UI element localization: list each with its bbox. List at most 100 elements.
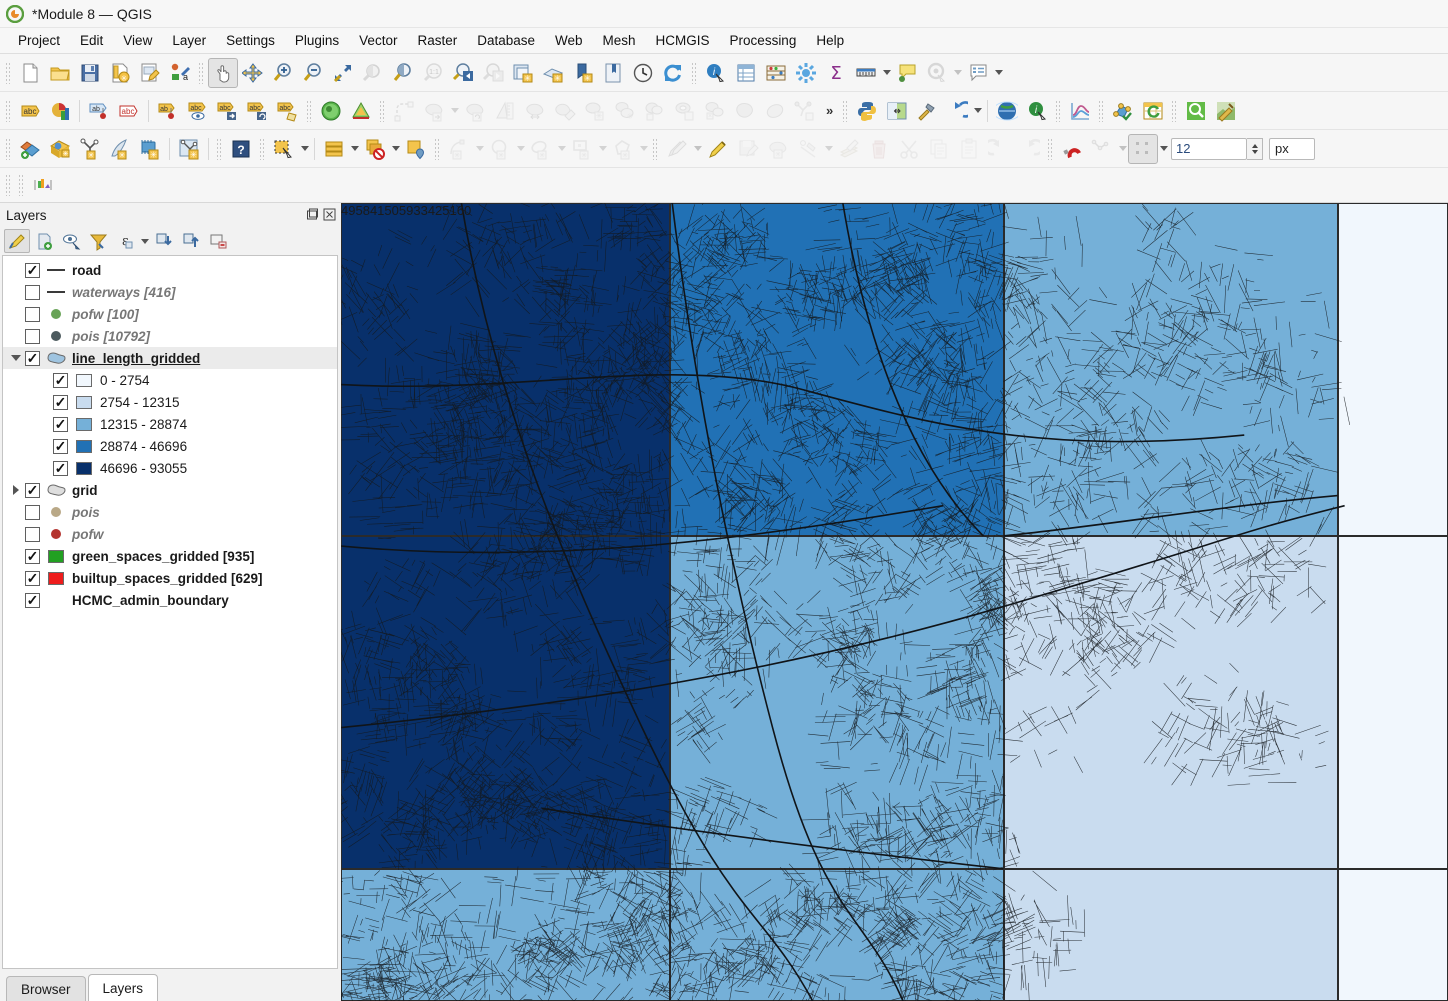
edit-pencil-icon[interactable] [703,134,733,164]
select-by-value-icon[interactable] [319,134,349,164]
menu-bar[interactable]: Project Edit View Layer Settings Plugins… [0,28,1448,54]
collapse-all-icon[interactable] [178,229,204,253]
layer-diagrams-icon[interactable] [45,96,75,126]
toolbar-grip[interactable] [691,61,698,84]
add-line-feature-icon[interactable]: ✳ [444,134,474,164]
new-bookmark-icon[interactable]: ✳ [568,58,598,88]
layer-tree-item-HCMC_admin_boundary[interactable]: HCMC_admin_boundary [3,589,337,611]
add-wms-layer-icon[interactable]: ✳ [174,134,204,164]
toolbar-grip[interactable] [652,137,659,160]
help-contents-icon[interactable]: ? [226,134,256,164]
filter-legend-expression-icon[interactable]: ε [112,229,138,253]
tracing-caret-icon[interactable] [1158,135,1169,163]
menu-view[interactable]: View [113,30,162,51]
toolbar-grip[interactable] [5,99,12,122]
layer-tree-item-class-4[interactable]: 46696 - 93055 [3,457,337,479]
grid-cell[interactable] [1337,535,1448,869]
add-polygon-caret-icon[interactable] [638,135,649,163]
menu-layer[interactable]: Layer [162,30,216,51]
tab-layers[interactable]: Layers [87,974,159,1001]
chevron-right-icon[interactable] [7,479,25,501]
reverse-line-icon[interactable] [790,96,820,126]
toolbar-grip[interactable] [1047,137,1054,160]
snap-tolerance-stepper[interactable] [1247,137,1263,160]
add-delimited-text-layer-icon[interactable]: ✳ [105,134,135,164]
multi-edit-icon[interactable] [834,134,864,164]
grid-cell[interactable] [1337,203,1448,536]
grid-cell[interactable] [341,868,671,1001]
layer-visibility-checkbox[interactable] [53,394,68,410]
simplify-feature-icon[interactable] [640,96,670,126]
plugin-builder-icon[interactable] [912,96,942,126]
measure-line-icon[interactable] [851,58,881,88]
statistical-summary-icon[interactable]: Σ [821,58,851,88]
new-project-icon[interactable] [15,58,45,88]
menu-help[interactable]: Help [806,30,854,51]
deselect-features-icon[interactable] [360,134,390,164]
expand-all-icon[interactable] [151,229,177,253]
add-rectangle-caret-icon[interactable] [597,135,608,163]
toolbar-grip[interactable] [5,137,12,160]
zoom-to-selection-icon[interactable] [358,58,388,88]
layer-tree-item-pofw-2[interactable]: pofw [3,523,337,545]
merge-attributes-icon[interactable]: ✳ [610,96,640,126]
toggle-editing-caret-icon[interactable] [692,135,703,163]
layer-visibility-checkbox[interactable] [25,526,40,542]
processing-result-icon[interactable] [28,170,58,200]
select-by-value-caret-icon[interactable] [349,135,360,163]
zoom-out-icon[interactable] [298,58,328,88]
layer-visibility-checkbox[interactable] [25,592,40,608]
toolbar-grip[interactable] [379,99,386,122]
delete-ring-icon[interactable] [760,96,790,126]
layer-visibility-checkbox[interactable] [25,504,40,520]
zoom-last-icon[interactable] [448,58,478,88]
add-raster-layer-icon[interactable]: ✳ [45,134,75,164]
copy-features-icon[interactable] [924,134,954,164]
menu-settings[interactable]: Settings [216,30,285,51]
undo-plugin-icon[interactable] [942,96,972,126]
modify-attributes-caret-icon[interactable] [823,135,834,163]
highlight-unplaced-labels-icon[interactable]: abc [114,96,144,126]
zoom-next-icon[interactable] [478,58,508,88]
toolbar-grip[interactable] [1171,99,1179,122]
add-ellipse-feature-icon[interactable]: ✳ [526,134,556,164]
layer-tree-item-pois-top[interactable]: pois [10792] [3,325,337,347]
grid-cell[interactable] [1004,535,1338,869]
identify-features-icon[interactable]: i [701,58,731,88]
menu-processing[interactable]: Processing [720,30,807,51]
merge-features-icon[interactable]: ✳ [580,96,610,126]
undock-panel-icon[interactable] [306,208,320,222]
add-ellipse-caret-icon[interactable] [556,135,567,163]
layer-visibility-checkbox[interactable] [25,284,40,300]
layer-tree-item-green_spaces_gridded[interactable]: green_spaces_gridded [935] [3,545,337,567]
cut-features-icon[interactable] [894,134,924,164]
style-manager-icon[interactable]: a [165,58,195,88]
menu-database[interactable]: Database [467,30,545,51]
add-circle-feature-icon[interactable]: ✳ [485,134,515,164]
menu-edit[interactable]: Edit [70,30,113,51]
quickmapservices-icon[interactable]: i [1022,96,1052,126]
grid-cell[interactable] [670,535,1005,869]
add-vector-layer-icon[interactable] [15,134,45,164]
remove-layer-icon[interactable] [205,229,231,253]
tab-browser[interactable]: Browser [6,976,86,1001]
filter-legend-icon[interactable] [85,229,111,253]
grid-cell[interactable] [1004,868,1338,1001]
measure-dropdown-caret-icon[interactable] [881,59,892,87]
layer-tree-item-class-0[interactable]: 0 - 2754 [3,369,337,391]
offset-curve-icon[interactable] [490,96,520,126]
show-hide-labels-icon[interactable]: abc [183,96,213,126]
menu-web[interactable]: Web [545,30,593,51]
python-console-icon[interactable] [852,96,882,126]
layer-visibility-checkbox[interactable] [53,438,68,454]
menu-hcmgis[interactable]: HCMGIS [646,30,720,51]
add-postgis-layer-icon[interactable]: ✳ [135,134,165,164]
trace-icon[interactable] [419,96,449,126]
map-canvas[interactable]: 495841505933425160 [341,203,1448,1001]
add-part-icon[interactable]: × [700,96,730,126]
trace-caret-icon[interactable] [449,97,460,125]
add-circle-caret-icon[interactable] [515,135,526,163]
add-feature-icon[interactable]: ✳ [763,134,793,164]
overflow-chevron-icon[interactable]: » [820,103,839,118]
vertex-tool-icon[interactable] [460,96,490,126]
